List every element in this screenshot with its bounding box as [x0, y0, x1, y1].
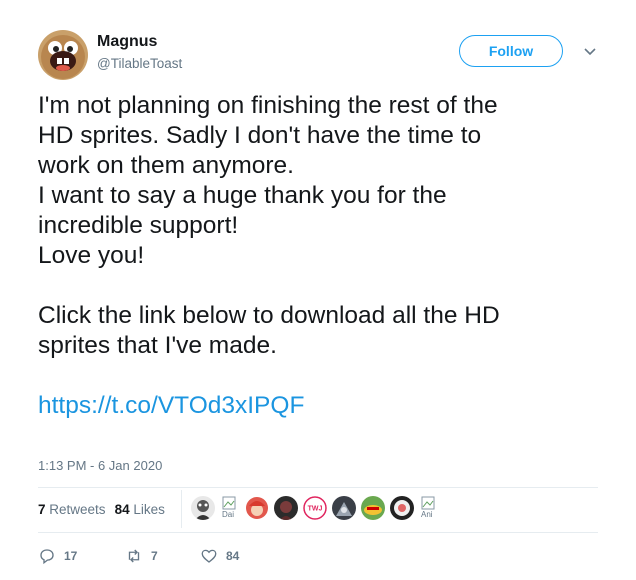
tweet-actions: 17 7 84: [38, 547, 239, 565]
liker-avatar[interactable]: [245, 496, 269, 520]
liker-avatar[interactable]: [390, 496, 414, 520]
reply-button[interactable]: 17: [38, 547, 125, 565]
heart-icon: [201, 549, 217, 563]
tweet-line: Click the link below to download all the…: [38, 302, 500, 329]
retweets-label: Retweets: [49, 502, 106, 517]
liker-avatars: Dai TWJ Ani: [191, 496, 444, 520]
reply-count: 17: [64, 549, 78, 563]
tweet-timestamp[interactable]: 1:13 PM - 6 Jan 2020: [38, 458, 162, 473]
retweet-button[interactable]: 7: [125, 547, 200, 565]
tweet-line: work on them anymore.: [38, 152, 294, 179]
retweets-count: 7: [38, 502, 46, 517]
user-avatar[interactable]: [38, 30, 88, 80]
tweet-line: [38, 361, 598, 391]
liker-avatar-broken[interactable]: Dai: [220, 496, 240, 520]
liker-badge-text: TWJ: [308, 506, 323, 513]
divider: [38, 487, 598, 488]
tweet-line: [38, 271, 598, 301]
divider: [38, 532, 598, 533]
likes-label: Likes: [133, 502, 165, 517]
follow-button[interactable]: Follow: [459, 35, 563, 67]
tweet-line: I want to say a huge thank you for the: [38, 182, 447, 209]
broken-image-alt: Ani: [421, 510, 433, 519]
display-name[interactable]: Magnus: [97, 33, 157, 51]
retweet-icon: [128, 549, 140, 563]
liker-avatar[interactable]: [274, 496, 298, 520]
liker-avatar[interactable]: TWJ: [303, 496, 327, 520]
tweet-stats: 7 Retweets 84 Likes: [38, 502, 174, 517]
tweet-line: Love you!: [38, 242, 145, 269]
retweet-count: 7: [151, 549, 158, 563]
liker-avatar[interactable]: [361, 496, 385, 520]
liker-avatar-broken[interactable]: Ani: [419, 496, 439, 520]
tweet-line: sprites that I've made.: [38, 332, 277, 359]
user-handle[interactable]: @TilableToast: [97, 56, 182, 71]
cartoon-face-avatar-icon: [38, 30, 88, 80]
liker-avatar[interactable]: [191, 496, 215, 520]
like-button[interactable]: 84: [200, 547, 239, 565]
tweet-line: I'm not planning on finishing the rest o…: [38, 92, 498, 119]
broken-image-icon: [222, 496, 236, 510]
tweet-text: I'm not planning on finishing the rest o…: [38, 91, 598, 421]
broken-image-icon: [421, 496, 435, 510]
tweet-line: incredible support!: [38, 212, 239, 239]
retweets-stat[interactable]: 7 Retweets: [38, 502, 106, 517]
like-count: 84: [226, 549, 240, 563]
stats-divider: [181, 490, 182, 528]
broken-image-alt: Dai: [222, 510, 235, 519]
tweet-line: HD sprites. Sadly I don't have the time …: [38, 122, 482, 149]
tweet-link[interactable]: https://t.co/VTOd3xIPQF: [38, 391, 598, 421]
chevron-down-icon[interactable]: [583, 45, 597, 59]
reply-icon: [40, 549, 54, 565]
likes-stat[interactable]: 84 Likes: [115, 502, 165, 517]
likes-count: 84: [114, 502, 130, 517]
liker-avatar[interactable]: [332, 496, 356, 520]
